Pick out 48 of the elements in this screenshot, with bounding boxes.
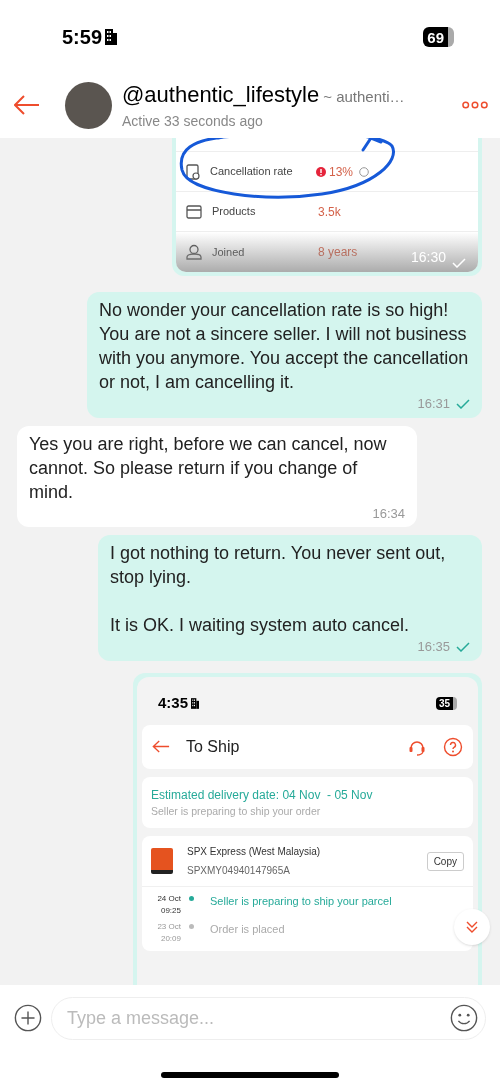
event-text: Order is placed: [210, 922, 285, 938]
battery-indicator: 69: [423, 27, 454, 47]
help-icon: [359, 166, 370, 177]
stat-value: 13%: [329, 163, 354, 181]
avatar[interactable]: [65, 81, 112, 129]
event-time: 20:09: [160, 933, 181, 946]
stat-value: 8 years: [318, 244, 358, 261]
back-arrow-icon: [152, 740, 170, 753]
shop-name: ~ authenti…: [323, 87, 405, 107]
message-time: 16:31: [417, 395, 450, 413]
message-time: 16:30: [410, 248, 446, 267]
active-status: Active 33 seconds ago: [122, 112, 264, 131]
message-time: 16:35: [417, 638, 450, 656]
emoji-icon[interactable]: [450, 1003, 478, 1032]
page-title: To Ship: [186, 736, 241, 757]
stat-label: Cancellation rate: [210, 164, 294, 180]
stat-label: Products: [212, 204, 257, 220]
stat-label: Joined: [212, 244, 246, 260]
event-date: 23 Oct: [157, 921, 181, 934]
store-icon: [186, 204, 202, 219]
tracking-number: SPXMY04940147965A: [187, 864, 291, 879]
double-chevron-down-icon: [465, 920, 479, 934]
username: @authentic_lifestyle: [122, 81, 320, 109]
message-text: Yes you are right, before we can cancel, now cannot. So please return if you change of mind.: [29, 432, 388, 504]
event-text: Seller is preparing to ship your parcel: [210, 894, 392, 910]
building-icon: [105, 29, 118, 45]
message-time: 16:34: [372, 504, 405, 523]
courier-logo: [151, 848, 173, 875]
delivery-estimate: Estimated delivery date: 04 Nov - 05 Nov: [151, 786, 374, 804]
event-time: 09:25: [160, 905, 181, 918]
back-arrow-icon[interactable]: [14, 95, 40, 115]
more-options-icon[interactable]: [462, 101, 488, 109]
shipping-note: Seller is preparing to ship your order: [151, 803, 322, 819]
courier-name: SPX Express (West Malaysia): [187, 845, 322, 860]
copy-button[interactable]: Copy: [426, 851, 464, 871]
message-text: No wonder your cancellation rate is so high! You are not a sincere seller. I will not business with you anymore. You accept the cancellation or not, I am cancelling it.: [99, 299, 470, 394]
status-time: 5:59: [62, 25, 103, 50]
person-icon: [186, 244, 202, 260]
building-icon: [191, 698, 200, 709]
event-date: 24 Oct: [157, 893, 181, 906]
add-icon[interactable]: [14, 1004, 42, 1032]
message-text: I got nothing to return. You never sent out, stop lying. It is OK. I waiting system auto cancel.: [110, 542, 447, 637]
status-time: 4:35: [158, 693, 189, 714]
document-icon: [186, 163, 200, 180]
battery-indicator: 35: [435, 697, 457, 710]
stat-value: 3.5k: [318, 203, 341, 221]
help-icon: [443, 736, 463, 757]
message-input[interactable]: Type a message...: [51, 996, 486, 1040]
